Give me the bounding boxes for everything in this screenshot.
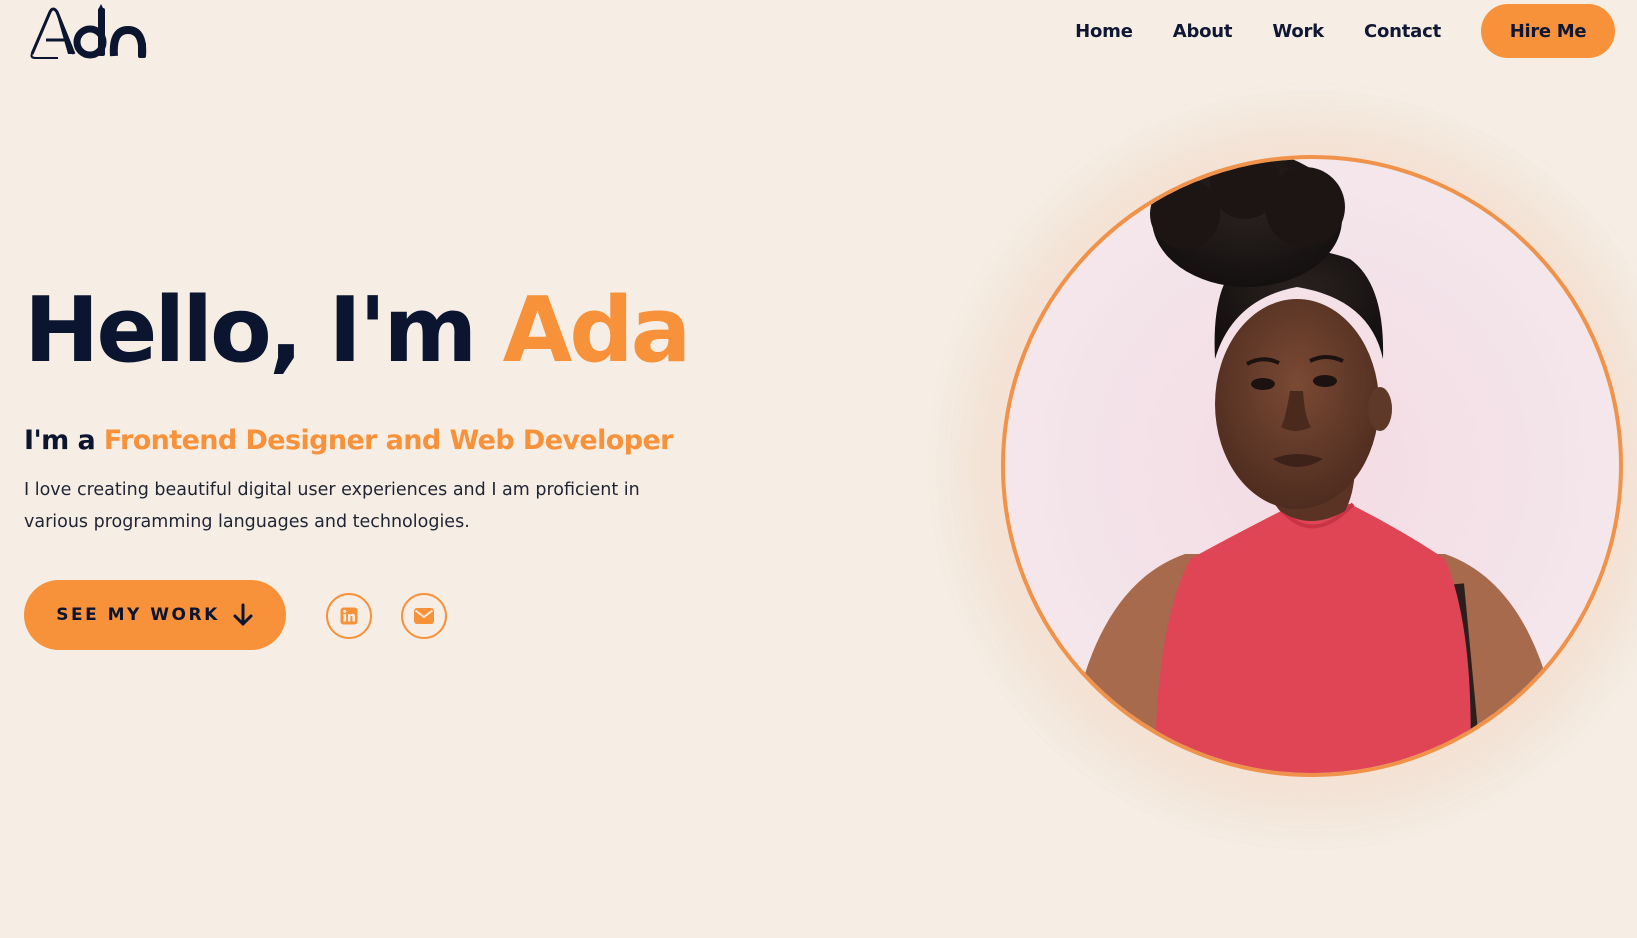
- hero-description: I love creating beautiful digital user e…: [24, 480, 640, 532]
- hero-heading: Hello, I'm Ada: [24, 286, 691, 376]
- ada-logo[interactable]: [28, 2, 154, 62]
- landing-page: Home About Work Contact Hire Me Hello, I…: [0, 0, 1637, 938]
- nav-home-link[interactable]: Home: [1075, 21, 1133, 42]
- nav-work-link[interactable]: Work: [1272, 21, 1324, 42]
- mail-icon: [414, 608, 434, 624]
- main-nav: Home About Work Contact Hire Me: [1075, 0, 1615, 62]
- email-button[interactable]: [401, 593, 447, 639]
- see-my-work-button[interactable]: SEE MY WORK: [24, 580, 286, 650]
- arrow-down-icon: [232, 603, 254, 627]
- linkedin-icon: [340, 607, 358, 625]
- portrait-illustration: [1065, 159, 1565, 773]
- site-header: Home About Work Contact Hire Me: [0, 0, 1637, 64]
- nav-contact-link[interactable]: Contact: [1364, 21, 1441, 42]
- hire-me-button[interactable]: Hire Me: [1481, 4, 1615, 58]
- profile-portrait: [1001, 155, 1623, 777]
- nav-about-link[interactable]: About: [1173, 21, 1233, 42]
- subtitle-prefix: I'm a: [24, 425, 104, 456]
- see-my-work-label: SEE MY WORK: [56, 605, 220, 625]
- subtitle-role: Frontend Designer and Web Developer: [103, 425, 674, 456]
- linkedin-button[interactable]: [326, 593, 372, 639]
- hero-name: Ada: [502, 278, 692, 383]
- hero-greeting: Hello, I'm: [24, 278, 503, 383]
- hero-subtitle: I'm a Frontend Designer and Web Develope…: [24, 425, 674, 456]
